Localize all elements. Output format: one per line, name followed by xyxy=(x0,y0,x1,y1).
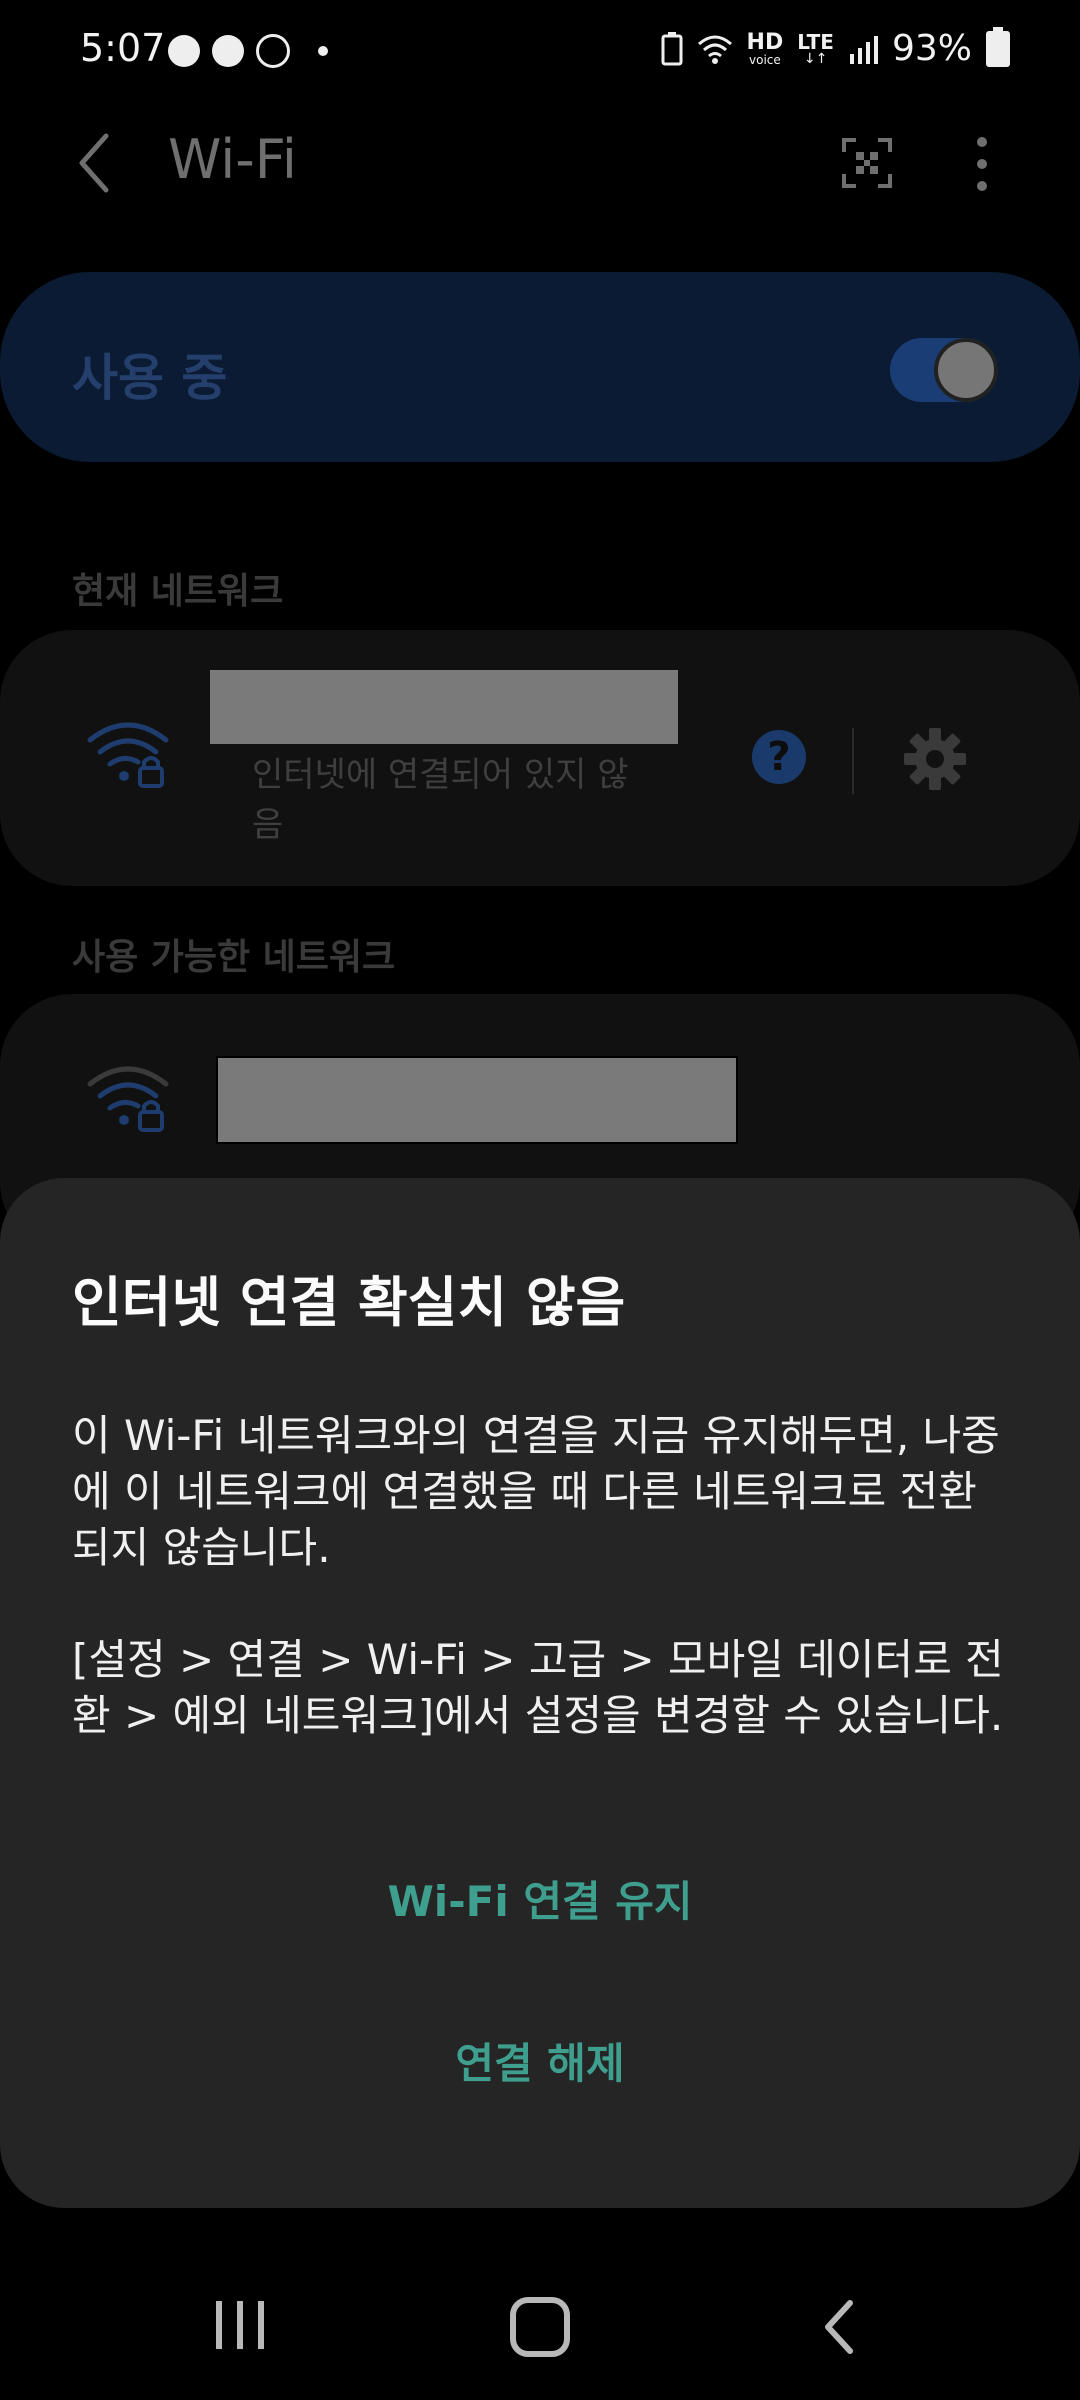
wifi-toggle-label: 사용 중 xyxy=(72,349,228,407)
battery-icon xyxy=(986,26,1010,67)
current-network-status: 인터넷에 연결되어 있지 않음 xyxy=(252,755,629,845)
wifi-master-toggle-card[interactable]: 사용 중 xyxy=(0,272,1080,462)
internet-uncertain-dialog: 인터넷 연결 확실치 않음 이 Wi-Fi 네트워크와의 연결을 지금 유지해두… xyxy=(0,1178,1080,2208)
help-icon[interactable]: ? xyxy=(752,730,806,784)
battery-percent: 93% xyxy=(891,28,972,69)
dialog-body: 이 Wi-Fi 네트워크와의 연결을 지금 유지해두면, 나중에 이 네트워크에… xyxy=(72,1408,1012,1800)
section-current-network: 현재 네트워크 xyxy=(72,571,284,612)
home-icon[interactable] xyxy=(510,2297,570,2357)
dialog-title: 인터넷 연결 확실치 않음 xyxy=(72,1271,626,1334)
dialog-paragraph-1: 이 Wi-Fi 네트워크와의 연결을 지금 유지해두면, 나중에 이 네트워크에… xyxy=(72,1411,1000,1572)
account-icon xyxy=(168,35,200,67)
wifi-toggle-switch[interactable] xyxy=(890,338,998,402)
status-notification-icons xyxy=(168,34,328,68)
do-not-disturb-icon xyxy=(256,34,290,68)
dialog-paragraph-2: [설정 > 연결 > Wi-Fi > 고급 > 모바일 데이터로 전환 > 예외… xyxy=(72,1635,1004,1740)
toggle-knob xyxy=(934,338,998,402)
current-network-name-redacted xyxy=(208,668,680,746)
vertical-divider xyxy=(852,728,854,794)
back-arrow-icon[interactable] xyxy=(70,128,120,198)
page-title: Wi-Fi xyxy=(168,128,297,191)
nav-back-icon[interactable] xyxy=(820,2297,860,2357)
wifi-lock-icon xyxy=(87,722,169,788)
more-vert-icon[interactable] xyxy=(970,134,994,194)
disconnect-button[interactable]: 연결 해제 xyxy=(0,2030,1080,2091)
recent-apps-icon[interactable] xyxy=(212,2297,268,2353)
qr-code-icon[interactable] xyxy=(842,138,892,188)
status-time: 5:07 xyxy=(80,26,166,70)
status-bar: 5:07 HD voice LTE ↓↑ 93% xyxy=(0,0,1080,100)
gear-icon[interactable] xyxy=(902,726,968,792)
wifi-status-icon xyxy=(697,35,732,64)
lte-badge: LTE ↓↑ xyxy=(797,29,834,67)
battery-saver-icon xyxy=(661,31,683,65)
available-network-name-redacted xyxy=(216,1056,738,1144)
status-right: HD voice LTE ↓↑ 93% xyxy=(661,26,1010,69)
account-icon-2 xyxy=(212,35,244,67)
section-available-networks: 사용 가능한 네트워크 xyxy=(72,937,396,978)
keep-wifi-connection-button[interactable]: Wi-Fi 연결 유지 xyxy=(0,1868,1080,1929)
notification-dot-icon xyxy=(318,46,328,56)
signal-icon xyxy=(849,35,878,64)
wifi-lock-icon xyxy=(87,1066,169,1132)
hd-voice-badge: HD voice xyxy=(746,29,784,67)
